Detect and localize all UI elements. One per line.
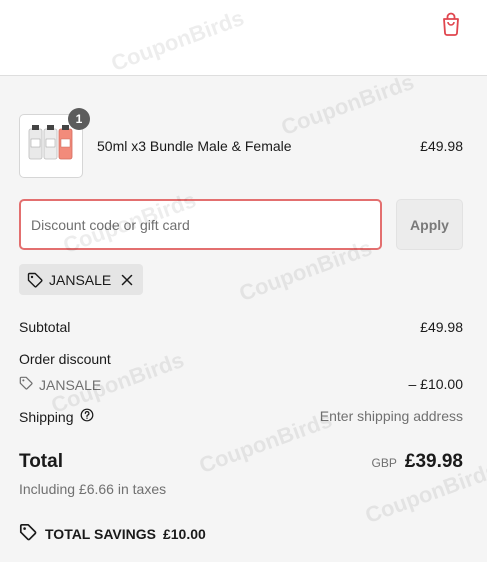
quantity-badge: 1 [68,108,90,130]
total-savings-row: TOTAL SAVINGS £10.00 [19,523,206,544]
header-bar [0,0,487,76]
discount-amount: – £10.00 [408,376,464,392]
subtotal-label: Subtotal [19,319,71,335]
subtotal-value: £49.98 [420,319,463,335]
taxes-note: Including £6.66 in taxes [19,481,167,497]
tag-icon [27,272,43,288]
shopping-bag-icon[interactable] [441,12,461,36]
shipping-value: Enter shipping address [319,408,463,424]
product-title: 50ml x3 Bundle Male & Female [97,138,292,154]
shipping-label: Shipping [19,408,74,425]
discount-code-input[interactable] [19,199,382,250]
total-savings-value: £10.00 [162,525,206,542]
help-icon[interactable] [80,408,94,425]
close-icon[interactable] [121,274,133,286]
currency-code: GBP [371,456,397,470]
apply-button[interactable]: Apply [396,199,463,250]
discount-code-label: JANSALE [39,376,102,393]
applied-code-label: JANSALE [49,271,112,288]
total-amount: £39.98 [404,451,463,472]
shipping-row: Shipping [19,408,94,425]
tag-icon [19,376,33,393]
order-summary: 1 50ml x3 Bundle Male & Female £49.98 Ap… [0,76,487,562]
order-discount-label: Order discount [19,351,111,367]
discount-code-row: JANSALE [19,376,101,393]
total-value-group: GBP £39.98 [372,451,463,473]
savings-tag-icon [19,523,37,544]
total-savings-label: TOTAL SAVINGS [45,525,156,542]
product-price: £49.98 [420,138,463,154]
applied-discount-chip: JANSALE [19,264,144,295]
total-label: Total [19,451,63,472]
